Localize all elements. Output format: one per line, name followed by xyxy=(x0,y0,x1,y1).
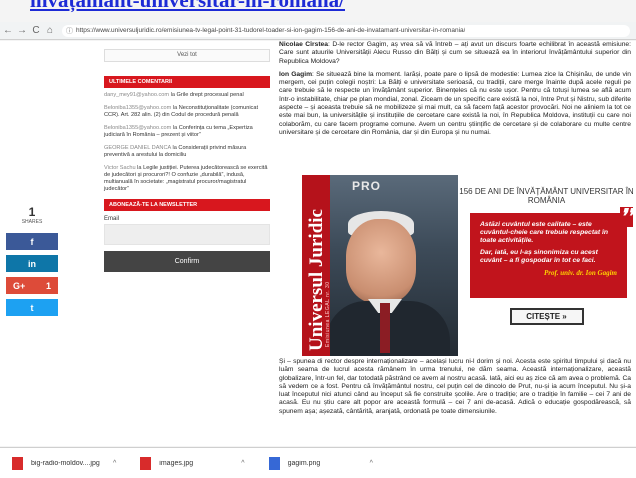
quote-line-2: Dar, iată, eu l-aș sinonimiza cu acest c… xyxy=(480,249,598,264)
web-page: 1 SHARES f in G+ 1 t Vezi tot ULTIMELE CO… xyxy=(0,41,636,446)
quote-icon: ❜❜ xyxy=(620,206,633,228)
tie-shape xyxy=(380,303,390,353)
email-label: Email xyxy=(104,216,120,222)
face-shape xyxy=(346,219,416,303)
comment-author[interactable]: Beloniba1355@yahoo.com xyxy=(104,125,171,131)
article-paragraph: Nicolae Cîrstea: D-le rector Gagim, aș v… xyxy=(279,41,631,66)
jpg-file-icon xyxy=(12,456,23,470)
share-label: SHARES xyxy=(21,219,43,225)
article-paragraph: Și – spunea di rector despre internațion… xyxy=(279,358,631,415)
chevron-up-icon[interactable]: ^ xyxy=(370,460,373,467)
article-banner-image[interactable]: PRO Universul Juridic Emisiunea LEGAL nr… xyxy=(302,175,635,356)
browser-toolbar: ← → C ⌂ ⓘ https://www.universuljuridic.r… xyxy=(0,22,636,40)
comment-item[interactable]: Victor Sachu la Legile justiției. Putere… xyxy=(104,165,270,193)
paragraph-text: : D-le rector Gagim, aș vrea să vă între… xyxy=(279,41,632,65)
facebook-icon: f xyxy=(30,236,34,247)
twitter-share-button[interactable]: t xyxy=(6,299,58,316)
comment-connector: la xyxy=(135,165,144,171)
chevron-up-icon[interactable]: ^ xyxy=(113,460,116,467)
magazine-subtitle: Emisiunea LEGAL nr. 30 xyxy=(325,281,331,347)
confirm-button[interactable]: Confirm xyxy=(104,251,270,272)
comment-connector: la xyxy=(169,92,177,98)
chevron-up-icon[interactable]: ^ xyxy=(241,460,244,467)
comment-author[interactable]: dany_mey91@yahoo.com xyxy=(104,92,169,98)
address-bar[interactable]: ⓘ https://www.universuljuridic.ro/emisiu… xyxy=(62,24,630,37)
speaker-name: Ion Gagim xyxy=(279,70,313,78)
comments-heading: ULTIMELE COMENTARII xyxy=(104,76,270,88)
quote-line-1: Astăzi cuvântul este calitate – este cuv… xyxy=(480,221,609,244)
comment-item[interactable]: Beloniba1355@yahoo.com la Conferința cu … xyxy=(104,125,270,139)
newsletter-heading: ABONEAZĂ-TE LA NEWSLETTER xyxy=(104,199,270,211)
download-item[interactable]: big-radio-moldov....jpg ^ xyxy=(12,456,116,470)
pro-tv-logo: PRO xyxy=(352,179,382,193)
linkedin-share-button[interactable]: in xyxy=(6,255,58,272)
comment-author[interactable]: GEORGE DANIEL DANCA xyxy=(104,145,171,151)
comment-article-link[interactable]: Grile drept procesual penal xyxy=(177,92,244,98)
quote-signature: Prof. univ. dr. Ion Gagim xyxy=(543,269,617,277)
page-caption: învățământ-universitar-în-româna/ xyxy=(30,0,345,12)
comment-author[interactable]: Beloniba1355@yahoo.com xyxy=(104,105,171,111)
paragraph-text: : Se situează bine la moment. Iarăși, po… xyxy=(279,70,632,136)
home-icon[interactable]: ⌂ xyxy=(44,24,56,38)
banner-quote-panel: 156 DE ANI DE ÎNVĂȚĂMÂNT UNIVERSITAR ÎN … xyxy=(458,175,635,356)
googleplus-share-button[interactable]: G+ 1 xyxy=(6,277,58,294)
comments-list: dany_mey91@yahoo.com la Grile drept proc… xyxy=(104,92,270,193)
article-paragraph: Ion Gagim: Se situează bine la moment. I… xyxy=(279,71,631,137)
download-filename: gagim.png xyxy=(287,459,321,467)
share-count: 1 xyxy=(28,205,36,219)
reload-icon[interactable]: C xyxy=(30,24,42,38)
downloads-bar: big-radio-moldov....jpg ^ images.jpg ^ g… xyxy=(0,447,636,478)
png-file-icon xyxy=(268,456,280,470)
back-icon[interactable]: ← xyxy=(2,24,14,38)
forward-icon[interactable]: → xyxy=(16,24,28,38)
share-rail: 1 SHARES f in G+ 1 t xyxy=(6,205,58,321)
twitter-icon: t xyxy=(30,302,34,313)
comment-connector: la xyxy=(171,105,179,111)
email-field[interactable] xyxy=(104,224,270,245)
quote-box: ❜❜ Astăzi cuvântul este calitate – este … xyxy=(470,207,633,298)
comment-item[interactable]: dany_mey91@yahoo.com la Grile drept proc… xyxy=(104,92,270,99)
comment-item[interactable]: GEORGE DANIEL DANCA la Considerații priv… xyxy=(104,145,270,159)
download-filename: images.jpg xyxy=(159,459,194,467)
jpg-file-icon xyxy=(140,456,152,470)
article-body: Nicolae Cîrstea: D-le rector Gagim, aș v… xyxy=(279,41,631,142)
url-text[interactable]: https://www.universuljuridic.ro/emisiune… xyxy=(76,27,465,34)
sidebar: Vezi tot ULTIMELE COMENTARII dany_mey91@… xyxy=(104,49,270,272)
googleplus-icon: G+ xyxy=(13,280,26,291)
comment-author[interactable]: Victor Sachu xyxy=(104,165,136,171)
linkedin-icon: in xyxy=(28,258,36,269)
speaker-name: Nicolae Cîrstea xyxy=(279,41,328,48)
facebook-share-button[interactable]: f xyxy=(6,233,58,250)
comment-item[interactable]: Beloniba1355@yahoo.com la Neconstituțion… xyxy=(104,105,270,119)
anniversary-title: 156 DE ANI DE ÎNVĂȚĂMÂNT UNIVERSITAR ÎN … xyxy=(459,187,634,205)
googleplus-count: 1 xyxy=(45,280,51,291)
download-filename: big-radio-moldov....jpg xyxy=(31,459,100,467)
download-item[interactable]: gagim.png ^ xyxy=(268,456,373,470)
download-item[interactable]: images.jpg ^ xyxy=(140,456,245,470)
info-icon[interactable]: ⓘ xyxy=(66,26,73,36)
see-all-button[interactable]: Vezi tot xyxy=(104,49,270,62)
read-more-button[interactable]: CITEȘTE » xyxy=(509,308,584,325)
comment-connector: la xyxy=(171,125,179,131)
